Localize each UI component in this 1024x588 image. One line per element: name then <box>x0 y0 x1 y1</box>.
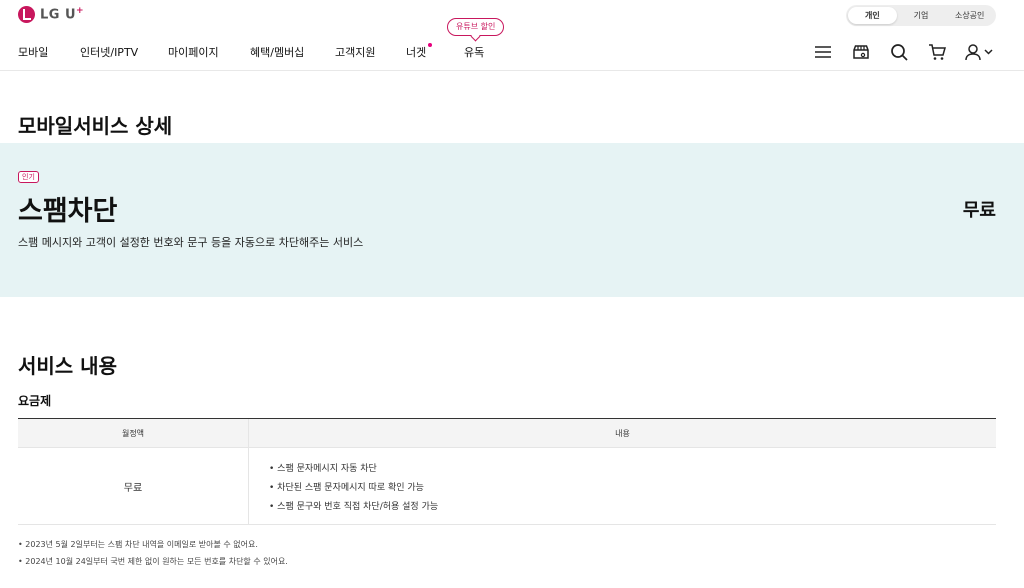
cart-icon[interactable] <box>928 43 946 61</box>
header-monthly-fee: 월정액 <box>18 419 249 447</box>
promo-bubble: 유튜브 할인 <box>447 18 505 36</box>
logo-text: LG U+ <box>40 6 85 23</box>
cell-details: • 스팸 문자메시지 자동 차단 • 차단된 스팸 문자메시지 따로 확인 가능… <box>249 448 996 524</box>
lgu-logo[interactable]: LG U+ <box>18 6 84 23</box>
nav-item-internet-iptv[interactable]: 인터넷/IPTV <box>80 44 138 60</box>
popular-badge: 인기 <box>18 171 39 183</box>
detail-item: • 스팸 문구와 번호 직접 차단/허용 설정 가능 <box>269 502 439 512</box>
nav-item-mobile[interactable]: 모바일 <box>18 44 48 60</box>
cell-fee: 무료 <box>18 448 249 524</box>
note-item: • 2024년 10월 24일부터 국번 제한 없이 원하는 모든 번호를 차단… <box>18 557 288 566</box>
plan-table: 월정액 내용 무료 • 스팸 문자메시지 자동 차단 • 차단된 스팸 문자메시… <box>18 418 996 525</box>
nav-item-mypage[interactable]: 마이페이지 <box>168 44 219 60</box>
new-dot-indicator <box>428 43 432 47</box>
page-title: 모바일서비스 상세 <box>18 114 173 138</box>
user-icon[interactable] <box>965 43 995 61</box>
note-item: • 2023년 5월 2일부터는 스팸 차단 내역을 이메일로 받아볼 수 없어… <box>18 540 258 549</box>
store-icon[interactable] <box>852 43 870 61</box>
customer-type-switch: 개인 기업 소상공인 <box>846 5 996 26</box>
nav-item-support[interactable]: 고객지원 <box>335 44 375 60</box>
nav-item-nugget[interactable]: 너겟 <box>406 44 426 60</box>
header-content: 내용 <box>615 429 630 438</box>
service-hero: 인기 스팸차단 스팸 메시지와 고객이 설정한 번호와 문구 등을 자동으로 차… <box>0 143 1024 297</box>
detail-item: • 스팸 문자메시지 자동 차단 <box>269 464 377 474</box>
lg-logo-icon <box>18 6 35 23</box>
plan-subtitle: 요금제 <box>18 394 52 408</box>
service-price: 무료 <box>962 200 996 221</box>
service-name: 스팸차단 <box>18 196 118 227</box>
table-header: 월정액 내용 <box>18 419 996 448</box>
menu-icon[interactable] <box>814 43 832 61</box>
notes: • 2023년 5월 2일부터는 스팸 차단 내역을 이메일로 받아볼 수 없어… <box>18 536 288 570</box>
header-top: LG U+ 개인 기업 소상공인 <box>0 0 1024 32</box>
segment-small-business[interactable]: 소상공인 <box>945 7 994 24</box>
detail-item: • 차단된 스팸 문자메시지 따로 확인 가능 <box>269 483 424 493</box>
chevron-down-icon <box>984 49 993 55</box>
service-description: 스팸 메시지와 고객이 설정한 번호와 문구 등을 자동으로 차단해주는 서비스 <box>18 236 364 249</box>
section-title: 서비스 내용 <box>18 354 117 378</box>
segment-personal[interactable]: 개인 <box>848 7 897 24</box>
search-icon[interactable] <box>890 43 908 61</box>
segment-business[interactable]: 기업 <box>897 7 946 24</box>
nav-item-udok[interactable]: 유독 <box>464 44 484 60</box>
main-nav: 모바일 인터넷/IPTV 마이페이지 혜택/멤버십 고객지원 너겟 유독 유튜브… <box>0 18 1024 71</box>
nav-item-benefits[interactable]: 혜택/멤버십 <box>250 44 304 60</box>
table-row: 무료 • 스팸 문자메시지 자동 차단 • 차단된 스팸 문자메시지 따로 확인… <box>18 448 996 525</box>
